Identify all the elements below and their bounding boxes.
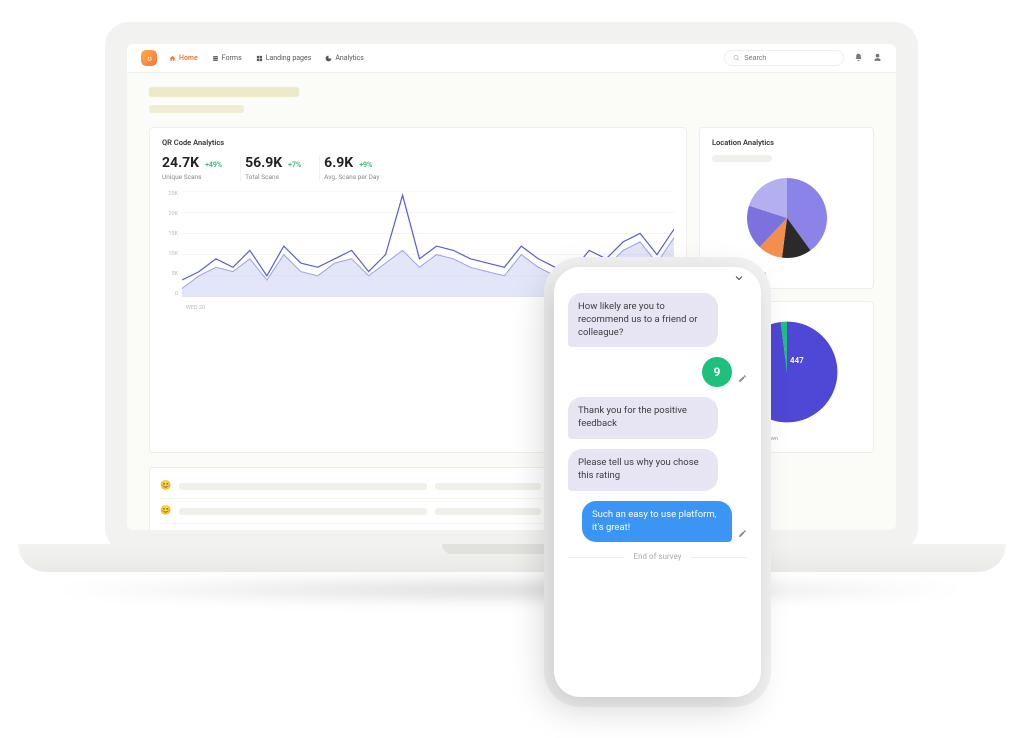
ytick: 15K [162,231,178,237]
ytick: 25K [162,191,178,197]
app-logo[interactable] [141,50,157,66]
survey-chat: How likely are you to recommend us to a … [554,289,761,697]
nav-landing-label: Landing pages [266,54,312,62]
page-body: QR Code Analytics 24.7K +49% Unique Scans… [127,73,896,530]
nav-home[interactable]: Home [169,54,198,62]
end-of-survey-label: End of survey [568,552,747,563]
loc-card-title: Location Analytics [712,138,861,147]
ytick: 0 [162,291,178,297]
stat-unique-value: 24.7K [162,155,199,171]
laptop-base [18,544,1006,572]
nav-analytics[interactable]: Analytics [325,54,364,62]
stat-avg-value: 6.9K [324,155,353,171]
subtitle-skeleton [149,105,244,113]
search-input[interactable] [744,55,835,62]
location-analytics-card: Location Analytics [699,127,874,289]
main-nav: Home Forms Landing pages Analytics [169,54,364,62]
nav-forms[interactable]: Forms [212,54,242,62]
search-box[interactable] [724,50,844,66]
nps-score-bubble: 9 [702,357,732,387]
profile-icon[interactable] [873,53,882,64]
qr-card-title: QR Code Analytics [162,138,674,147]
chevron-down-icon[interactable] [733,269,745,288]
user-message: Such an easy to use platform, it's great… [582,501,732,543]
title-skeleton [149,87,299,97]
stat-unique-label: Unique Scans [162,173,222,181]
emoji-icon: 😊 [160,481,171,491]
nav-forms-label: Forms [222,54,242,62]
ytick: 5K [162,271,178,277]
xlabel: WED 20 [186,305,205,311]
edit-icon[interactable] [738,374,747,388]
stat-unique-delta: +49% [205,161,222,169]
qr-stats: 24.7K +49% Unique Scans 56.9K +7% Total Sc… [162,155,674,181]
stat-avg-label: Avg. Scans per Day [324,173,379,181]
stat-total-delta: +7% [288,161,301,169]
nav-home-label: Home [179,54,198,62]
donut-main-count: 447 [790,356,804,365]
location-pie-chart [712,168,861,268]
emoji-icon: 😊 [160,506,171,516]
laptop-frame: Home Forms Landing pages Analytics [105,22,918,552]
phone-mockup: How likely are you to recommend us to a … [554,267,761,697]
search-icon [733,54,740,62]
nav-analytics-label: Analytics [335,54,364,62]
bot-message: Thank you for the positive feedback [568,397,718,439]
stat-total-value: 56.9K [245,155,282,171]
stat-avg-delta: +9% [359,161,372,169]
loc-skel [712,155,772,162]
notifications-icon[interactable] [854,53,863,64]
nav-landing[interactable]: Landing pages [256,54,312,62]
bot-message: Please tell us why you chose this rating [568,449,718,491]
ytick: 10K [162,251,178,257]
desktop-app: Home Forms Landing pages Analytics [127,44,896,530]
bot-message: How likely are you to recommend us to a … [568,293,718,347]
topbar: Home Forms Landing pages Analytics [127,44,896,73]
ytick: 20K [162,211,178,217]
edit-icon[interactable] [738,529,747,543]
stat-total-label: Total Scans [245,173,301,181]
